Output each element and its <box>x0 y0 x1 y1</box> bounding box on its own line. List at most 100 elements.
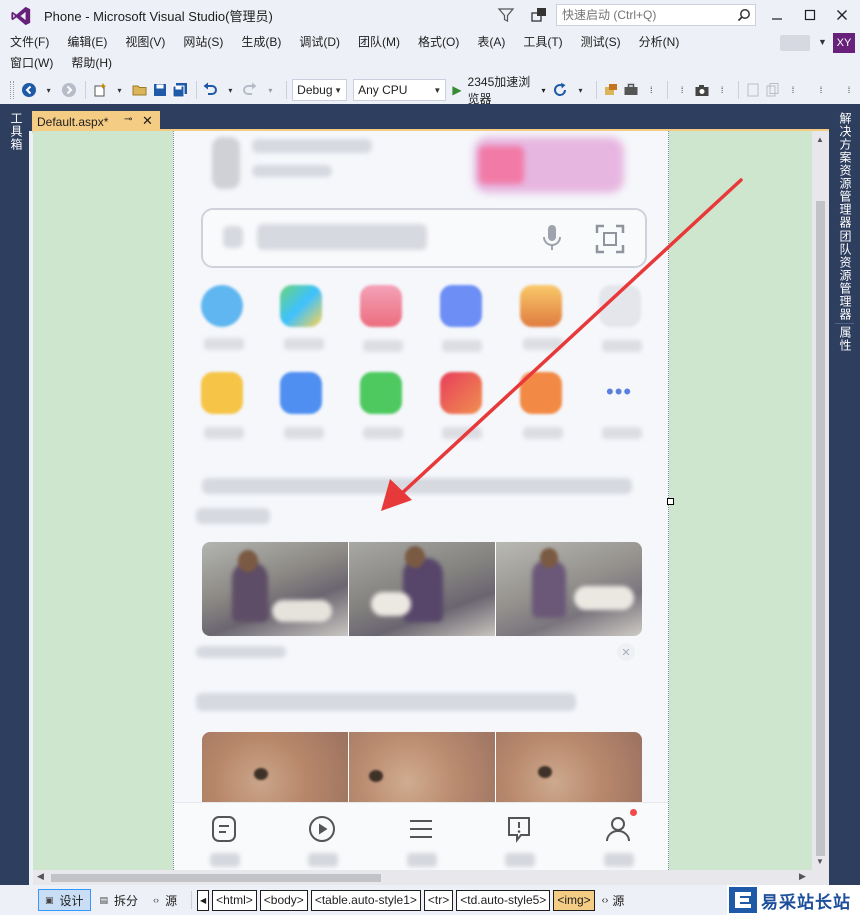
source-toggle-label[interactable]: 源 <box>612 892 624 909</box>
navigate-forward-icon[interactable] <box>60 79 78 101</box>
breadcrumb-tr[interactable]: <tr> <box>423 889 454 911</box>
camera-icon[interactable] <box>693 79 711 101</box>
breadcrumb-table[interactable]: <table.auto-style1> <box>310 889 421 911</box>
close-window-button[interactable] <box>827 3 857 27</box>
back-dropdown-icon[interactable]: ▾ <box>40 79 58 101</box>
split-view-button[interactable]: ▤ 拆分 <box>94 889 145 911</box>
toolbar-overflow-icon[interactable]: ⁞ <box>713 79 731 101</box>
vertical-scrollbar[interactable]: ▲ ▼ <box>812 131 829 870</box>
toolbar-overflow-icon[interactable]: ⁞ <box>812 79 830 101</box>
menu-team[interactable]: 团队(M) <box>349 31 409 53</box>
toolbox-icon[interactable] <box>622 79 640 101</box>
news-thumbnail-strip <box>202 732 642 804</box>
close-tab-icon[interactable]: ✕ <box>142 113 153 129</box>
pin-tab-icon[interactable]: ⊸ <box>124 114 132 125</box>
resize-handle[interactable] <box>667 498 674 505</box>
microphone-icon <box>543 225 561 250</box>
breadcrumb-body[interactable]: <body> <box>259 889 308 911</box>
start-debugging-button[interactable]: ▶ 2345加速浏览器 ▾ <box>452 75 545 106</box>
user-avatar[interactable]: XY <box>833 33 855 53</box>
app-icon-blurred <box>201 372 243 414</box>
toolbar-grip-icon[interactable]: ⁞ <box>673 79 691 101</box>
minimize-button[interactable] <box>762 3 792 27</box>
menu-help[interactable]: 帮助(H) <box>62 52 121 74</box>
quick-launch-box[interactable] <box>556 4 756 26</box>
toolbar-overflow-icon[interactable]: ⁞ <box>784 79 802 101</box>
scroll-left-icon[interactable]: ◀ <box>37 871 44 882</box>
undo-icon[interactable] <box>201 79 219 101</box>
breadcrumb-td[interactable]: <td.auto-style5> <box>456 889 551 911</box>
open-folder-icon[interactable] <box>131 79 149 101</box>
horizontal-scroll-thumb[interactable] <box>51 874 381 882</box>
thumbnail-image <box>202 542 349 636</box>
new-project-icon[interactable] <box>91 79 109 101</box>
copy-icon[interactable] <box>764 79 782 101</box>
toolbox-panel-tab[interactable]: 工具箱 <box>8 112 25 151</box>
design-view-button[interactable]: ▣ 设计 <box>38 889 91 911</box>
blurred-search-text <box>257 224 427 250</box>
chevron-down-icon: ▼ <box>334 85 343 95</box>
menu-table[interactable]: 表(A) <box>468 31 514 53</box>
design-surface[interactable]: ••• ✕ <box>33 131 812 870</box>
document-outline-icon[interactable] <box>744 79 762 101</box>
menu-edit[interactable]: 编辑(E) <box>58 31 116 53</box>
refresh-icon[interactable] <box>551 79 569 101</box>
redo-icon[interactable] <box>241 79 259 101</box>
menu-website[interactable]: 网站(S) <box>174 31 232 53</box>
team-explorer-tab[interactable]: 团队资源管理器 <box>837 230 854 321</box>
breadcrumb-left-icon[interactable]: ◀ <box>197 889 210 911</box>
scroll-right-icon[interactable]: ▶ <box>799 871 806 882</box>
menu-view[interactable]: 视图(V) <box>116 31 174 53</box>
menu-file[interactable]: 文件(F) <box>1 31 58 53</box>
menu-window[interactable]: 窗口(W) <box>1 52 62 74</box>
breadcrumb-img[interactable]: <img> <box>553 889 595 911</box>
nav-label-blurred <box>604 853 634 867</box>
menu-test[interactable]: 测试(S) <box>572 31 630 53</box>
source-view-button[interactable]: ‹› 源 <box>147 889 183 911</box>
app-label-blurred <box>284 338 324 350</box>
menu-analyze[interactable]: 分析(N) <box>630 31 689 53</box>
notification-filter-icon[interactable] <box>497 6 515 24</box>
maximize-button[interactable] <box>795 3 825 27</box>
scroll-up-icon[interactable]: ▲ <box>816 135 824 144</box>
properties-tab[interactable]: 属性 <box>837 326 854 352</box>
app-icon-blurred <box>280 372 322 414</box>
solution-platform-dropdown[interactable]: Any CPU ▼ <box>353 79 447 101</box>
feedback-icon[interactable] <box>530 6 548 24</box>
phone-preview-image[interactable]: ••• ✕ <box>173 131 669 870</box>
toolbar-overflow-icon[interactable]: ⁞ <box>642 79 660 101</box>
quick-launch-input[interactable] <box>557 5 733 25</box>
app-label-blurred <box>442 340 482 352</box>
scroll-down-icon[interactable]: ▼ <box>816 857 824 866</box>
breadcrumb-html[interactable]: <html> <box>212 889 257 911</box>
app-icon-blurred <box>280 285 322 327</box>
search-icon[interactable] <box>733 5 755 25</box>
new-dropdown-icon[interactable]: ▾ <box>111 79 129 101</box>
solution-explorer-tab[interactable]: 解决方案资源管理器 <box>837 112 854 229</box>
app-label-blurred <box>284 427 324 439</box>
chevron-down-icon: ▼ <box>433 85 442 95</box>
menu-bar: 文件(F) 编辑(E) 视图(V) 网站(S) 生成(B) 调试(D) 团队(M… <box>0 31 860 75</box>
app-icon-blurred <box>201 285 243 327</box>
toolbar-grip[interactable] <box>10 81 14 99</box>
redo-dropdown-icon[interactable]: ▾ <box>261 79 279 101</box>
menu-build[interactable]: 生成(B) <box>232 31 290 53</box>
account-name-blurred[interactable] <box>780 35 810 51</box>
solution-configuration-dropdown[interactable]: Debug ▼ <box>292 79 348 101</box>
save-icon[interactable] <box>151 79 169 101</box>
undo-dropdown-icon[interactable]: ▾ <box>221 79 239 101</box>
browser-link-icon[interactable] <box>602 79 620 101</box>
menu-debug[interactable]: 调试(D) <box>290 31 349 53</box>
menu-format[interactable]: 格式(O) <box>409 31 468 53</box>
menu-tools[interactable]: 工具(T) <box>514 31 571 53</box>
refresh-dropdown-icon[interactable]: ▾ <box>571 79 589 101</box>
navigate-back-icon[interactable] <box>20 79 38 101</box>
account-chevron-down-icon[interactable]: ▼ <box>818 37 827 47</box>
source-toggle-icon[interactable]: ‹› <box>602 895 609 906</box>
thumbnail-image <box>349 732 496 804</box>
toolbar-overflow-icon[interactable]: ⁞ <box>840 79 858 101</box>
save-all-icon[interactable] <box>171 79 189 101</box>
vertical-scroll-thumb[interactable] <box>816 201 825 856</box>
notice-tab-icon <box>508 817 530 843</box>
horizontal-scrollbar[interactable]: ◀ ▶ <box>33 870 812 885</box>
